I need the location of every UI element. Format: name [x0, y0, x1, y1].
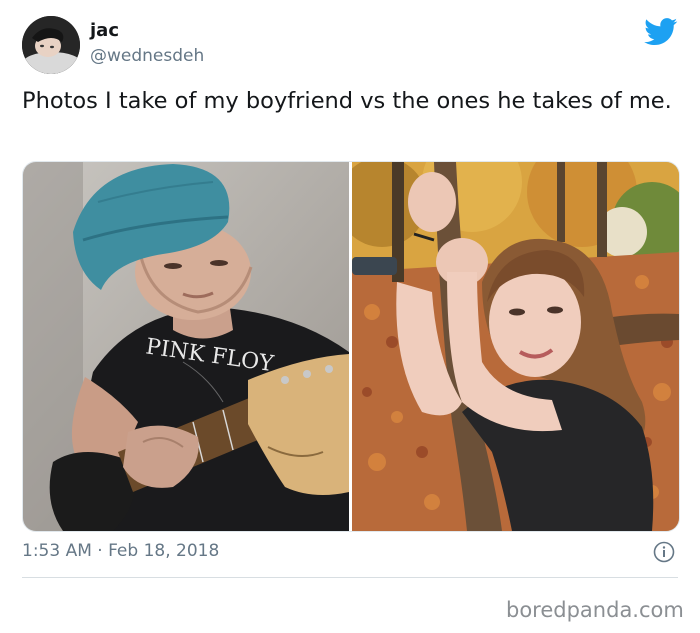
- user-handle[interactable]: @wednesdeh: [90, 45, 204, 67]
- display-name[interactable]: jac: [90, 20, 119, 42]
- watermark: boredpanda.com: [506, 598, 684, 622]
- tweet-media[interactable]: PINK FLOY: [22, 161, 680, 532]
- tweet-text: Photos I take of my boyfriend vs the one…: [22, 88, 672, 114]
- photo-girlfriend-forest[interactable]: [352, 162, 679, 531]
- tweet-card: jac @wednesdeh Photos I take of my boyfr…: [0, 0, 700, 633]
- divider: [22, 577, 678, 578]
- photo-boyfriend-guitar[interactable]: PINK FLOY: [23, 162, 349, 531]
- info-icon[interactable]: [653, 541, 675, 563]
- tweet-timestamp[interactable]: 1:53 AM · Feb 18, 2018: [22, 540, 219, 562]
- twitter-bird-icon[interactable]: [644, 18, 678, 46]
- avatar[interactable]: [22, 16, 80, 74]
